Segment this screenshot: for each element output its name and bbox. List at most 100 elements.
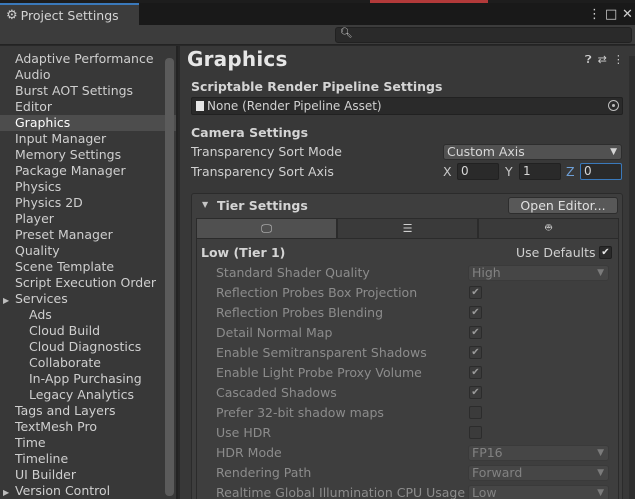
sidebar-item[interactable]: Ads — [0, 307, 176, 323]
chevron-down-icon: ▼ — [597, 488, 604, 498]
platform-tabs: 🖵︎ ☰ 🤖︎ — [196, 218, 619, 239]
sidebar-item[interactable]: TextMesh Pro — [0, 419, 176, 435]
help-icon[interactable]: ❓︎ — [585, 53, 592, 67]
sidebar-item-label: Physics — [15, 179, 62, 194]
more-options-icon[interactable]: ⋮ — [613, 53, 624, 67]
tier-setting-checkbox[interactable] — [469, 426, 482, 439]
sidebar-item[interactable]: Editor — [0, 99, 176, 115]
transparency-sort-axis-label: Transparency Sort Axis — [191, 164, 334, 179]
sidebar-item-label: Ads — [29, 307, 52, 322]
tier-settings-header[interactable]: ▼ Tier Settings Open Editor... — [192, 194, 622, 218]
window-buttons: ⋮ □ ✕ — [588, 3, 633, 25]
sidebar-item[interactable]: Physics 2D — [0, 195, 176, 211]
tab-android[interactable]: 🤖︎ — [478, 218, 619, 239]
sidebar-item-label: In-App Purchasing — [29, 371, 142, 386]
tier-setting-row: Reflection Probes Blending ✔ — [197, 303, 620, 323]
tier-name: Low (Tier 1) — [201, 245, 286, 260]
foldout-arrow-icon[interactable]: ▶ — [3, 485, 15, 499]
sidebar-item[interactable]: Collaborate — [0, 355, 176, 371]
sidebar-item[interactable]: ▶ Services — [0, 291, 176, 307]
sidebar-item[interactable]: Script Execution Order — [0, 275, 176, 291]
sidebar-item[interactable]: Quality — [0, 243, 176, 259]
sidebar-item-label: TextMesh Pro — [15, 419, 97, 434]
tier-setting-dropdown[interactable]: High ▼ — [468, 265, 609, 281]
sidebar-item[interactable]: UI Builder — [0, 467, 176, 483]
sidebar-item[interactable]: Burst AOT Settings — [0, 83, 176, 99]
tier-setting-row: HDR Mode FP16 ▼ — [197, 443, 620, 463]
sidebar-item[interactable]: Timeline — [0, 451, 176, 467]
sidebar-item-label: Services — [15, 291, 68, 306]
search-input[interactable]: 🔍︎ — [335, 27, 632, 43]
tier-setting-dropdown[interactable]: Low ▼ — [468, 485, 609, 499]
render-pipeline-asset-value: None (Render Pipeline Asset) — [207, 99, 382, 113]
presets-icon[interactable]: ⇄ — [598, 53, 607, 67]
sidebar-item-label: Editor — [15, 99, 52, 114]
main-scrollbar[interactable] — [629, 56, 635, 499]
sidebar-item[interactable]: Legacy Analytics — [0, 387, 176, 403]
sidebar-item[interactable]: Input Manager — [0, 131, 176, 147]
sidebar-item-label: Adaptive Performance — [15, 51, 154, 66]
tier-setting-dropdown[interactable]: FP16 ▼ — [468, 445, 609, 461]
foldout-arrow-icon[interactable]: ▶ — [3, 293, 15, 309]
tier-setting-checkbox[interactable]: ✔ — [469, 386, 482, 399]
object-picker-icon[interactable] — [608, 100, 619, 111]
tier-setting-label: HDR Mode — [216, 445, 282, 460]
tier-setting-dropdown[interactable]: Forward ▼ — [468, 465, 609, 481]
tier-setting-checkbox[interactable]: ✔ — [469, 326, 482, 339]
sidebar-item[interactable]: Tags and Layers — [0, 403, 176, 419]
srp-settings-label: Scriptable Render Pipeline Settings — [191, 79, 443, 94]
sidebar-item[interactable]: Preset Manager — [0, 227, 176, 243]
tier-setting-checkbox[interactable]: ✔ — [469, 366, 482, 379]
foldout-arrow-icon[interactable]: ▼ — [202, 200, 208, 209]
tier-setting-label: Reflection Probes Blending — [216, 305, 384, 320]
sidebar-item[interactable]: Player — [0, 211, 176, 227]
monitor-icon: 🖵︎ — [261, 221, 272, 235]
sidebar-list: Adaptive Performance Audio Burst AOT Setti… — [0, 46, 176, 499]
sidebar-item[interactable]: Memory Settings — [0, 147, 176, 163]
sidebar-item-label: Physics 2D — [15, 195, 83, 210]
sidebar-item[interactable]: Physics — [0, 179, 176, 195]
tab-standalone[interactable]: 🖵︎ — [196, 218, 337, 239]
more-options-icon[interactable]: ⋮ — [588, 7, 601, 22]
tier-setting-value: Low — [472, 485, 497, 499]
tier-setting-checkbox[interactable]: ✔ — [469, 286, 482, 299]
axis-z-field[interactable]: 0 — [580, 163, 622, 180]
tier-setting-checkbox[interactable] — [469, 406, 482, 419]
sidebar-item[interactable]: Package Manager — [0, 163, 176, 179]
sidebar-item[interactable]: Time — [0, 435, 176, 451]
tab-server[interactable]: ☰ — [337, 218, 478, 239]
axis-x-field[interactable]: 0 — [457, 163, 499, 180]
use-defaults-checkbox[interactable]: ✔ — [599, 246, 612, 259]
sidebar-item[interactable]: ▶ Version Control — [0, 483, 176, 499]
sidebar-item-label: Collaborate — [29, 355, 101, 370]
transparency-sort-mode-label: Transparency Sort Mode — [191, 144, 343, 159]
sidebar-item[interactable]: Scene Template — [0, 259, 176, 275]
tier-setting-checkbox[interactable]: ✔ — [469, 346, 482, 359]
sidebar-item[interactable]: Adaptive Performance — [0, 51, 176, 67]
android-icon: 🤖︎ — [545, 221, 552, 234]
maximize-icon[interactable]: □ — [605, 7, 617, 22]
close-icon[interactable]: ✕ — [622, 7, 633, 22]
sidebar-item[interactable]: Cloud Diagnostics — [0, 339, 176, 355]
transparency-sort-mode-dropdown[interactable]: Custom Axis ▼ — [443, 144, 622, 160]
chevron-down-icon: ▼ — [597, 268, 604, 278]
sidebar-item[interactable]: Graphics — [0, 115, 176, 131]
tier-setting-value: Forward — [472, 465, 523, 480]
tier-setting-value: FP16 — [472, 445, 503, 460]
sidebar-item[interactable]: Cloud Build — [0, 323, 176, 339]
tier-setting-checkbox[interactable]: ✔ — [469, 306, 482, 319]
sidebar-item-label: Scene Template — [15, 259, 115, 274]
sidebar-item-label: Legacy Analytics — [29, 387, 135, 402]
sidebar-item[interactable]: In-App Purchasing — [0, 371, 176, 387]
page-title: Graphics — [187, 47, 288, 71]
sidebar-item-label: Script Execution Order — [15, 275, 157, 290]
axis-x-label: X — [443, 164, 452, 179]
open-editor-button[interactable]: Open Editor... — [508, 197, 618, 214]
tier-setting-label: Cascaded Shadows — [216, 385, 337, 400]
sidebar-scrollbar[interactable] — [165, 58, 174, 496]
sidebar-item-label: Timeline — [15, 451, 69, 466]
project-settings-tab[interactable]: ⚙ Project Settings — [0, 3, 139, 25]
axis-y-field[interactable]: 1 — [519, 163, 561, 180]
sidebar-item[interactable]: Audio — [0, 67, 176, 83]
render-pipeline-asset-field[interactable]: None (Render Pipeline Asset) — [191, 97, 623, 115]
